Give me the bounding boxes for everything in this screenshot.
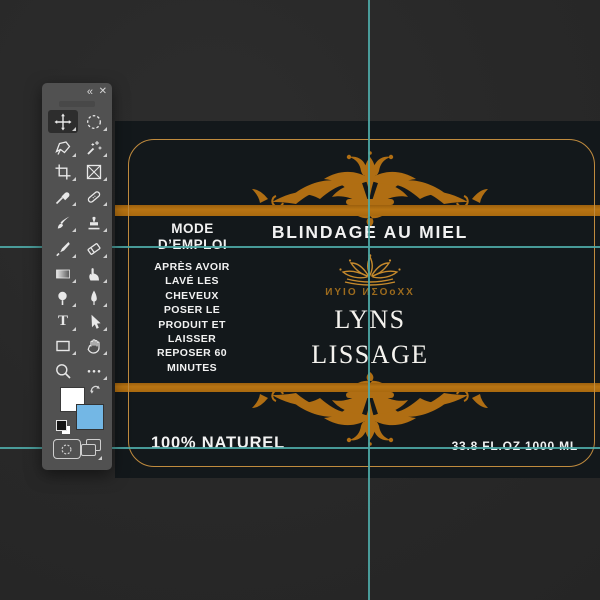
move-tool-button[interactable] <box>48 110 78 133</box>
rectangle-tool-button[interactable] <box>48 334 78 357</box>
type-tool-button[interactable]: T <box>48 310 78 333</box>
pen-tool-button[interactable] <box>79 286 109 309</box>
smudge-icon <box>85 265 103 283</box>
swap-colors-icon[interactable] <box>89 383 102 396</box>
ellipsis-icon <box>85 362 103 380</box>
crop-icon <box>54 163 72 181</box>
tools-panel: « ✕ <box>42 83 112 470</box>
brand-name-line1: LYNS <box>245 305 495 335</box>
brand-name-line2: LISSAGE <box>245 340 495 370</box>
polygonal-lasso-icon <box>54 139 72 157</box>
frame-tool-button[interactable] <box>79 160 109 183</box>
natural-claim-text: 100% NATUREL <box>151 434 285 453</box>
label-title: BLINDAGE AU MIEL <box>220 222 520 243</box>
quick-mask-icon <box>60 443 73 456</box>
panel-title-faint <box>59 101 95 107</box>
smudge-tool-button[interactable] <box>79 262 109 285</box>
screen-mode-submenu-mark <box>98 456 102 460</box>
volume-text: 33.8 FL.OZ 1000 ML <box>435 439 578 453</box>
tools-panel-header: « ✕ <box>42 83 112 98</box>
healing-brush-tool-button[interactable] <box>79 185 109 208</box>
brush-tool-button[interactable] <box>48 211 78 234</box>
mixer-brush-icon <box>54 240 72 258</box>
clone-stamp-icon <box>85 214 103 232</box>
elliptical-marquee-tool-button[interactable] <box>79 110 109 133</box>
zoom-tool-button[interactable] <box>48 359 78 382</box>
type-tool-icon: T <box>58 314 68 329</box>
zoom-icon <box>54 362 72 380</box>
gradient-tool-button[interactable] <box>48 262 78 285</box>
move-icon <box>54 113 72 131</box>
default-colors-foreground-icon[interactable] <box>56 420 67 431</box>
healing-brush-icon <box>85 188 103 206</box>
rectangle-shape-icon <box>54 337 72 355</box>
dodge-icon <box>54 289 72 307</box>
mode-demploi-heading: MODE D’EMPLOI <box>140 221 245 253</box>
eraser-icon <box>85 240 103 258</box>
clone-stamp-tool-button[interactable] <box>79 211 109 234</box>
background-color-swatch[interactable] <box>76 404 104 430</box>
screen-mode-button[interactable] <box>81 444 96 456</box>
polygonal-lasso-tool-button[interactable] <box>48 136 78 159</box>
label-canvas[interactable]: BLINDAGE AU MIEL ИYIO ИΣOoXX LYNS LISSAG… <box>115 121 600 478</box>
mixer-brush-tool-button[interactable] <box>48 237 78 260</box>
magic-wand-tool-button[interactable] <box>79 136 109 159</box>
brush-icon <box>54 214 72 232</box>
elliptical-marquee-icon <box>85 113 103 131</box>
magic-wand-icon <box>85 139 103 157</box>
collapse-panel-icon[interactable]: « <box>87 85 92 99</box>
crown-ornament-icon <box>332 254 408 287</box>
mode-demploi-instructions: APRÈS AVOIR LAVÉ LES CHEVEUX POSER LE PR… <box>137 260 247 375</box>
quick-mask-button[interactable] <box>53 439 81 459</box>
hand-icon <box>85 337 103 355</box>
photoshop-workspace: BLINDAGE AU MIEL ИYIO ИΣOoXX LYNS LISSAG… <box>0 0 600 600</box>
vertical-guide[interactable] <box>368 0 370 600</box>
crop-tool-button[interactable] <box>48 160 78 183</box>
selection-arrow-icon <box>85 313 103 331</box>
gradient-icon <box>54 265 72 283</box>
eyedropper-tool-button[interactable] <box>48 185 78 208</box>
frame-icon <box>85 163 103 181</box>
eraser-tool-button[interactable] <box>79 237 109 260</box>
close-panel-icon[interactable]: ✕ <box>99 85 107 99</box>
mirrored-brand-text: ИYIO ИΣOoXX <box>270 287 470 298</box>
dodge-tool-button[interactable] <box>48 286 78 309</box>
path-selection-tool-button[interactable] <box>79 310 109 333</box>
hand-tool-button[interactable] <box>79 334 109 357</box>
eyedropper-icon <box>54 188 72 206</box>
edit-toolbar-button[interactable] <box>79 359 109 382</box>
pen-icon <box>85 289 103 307</box>
